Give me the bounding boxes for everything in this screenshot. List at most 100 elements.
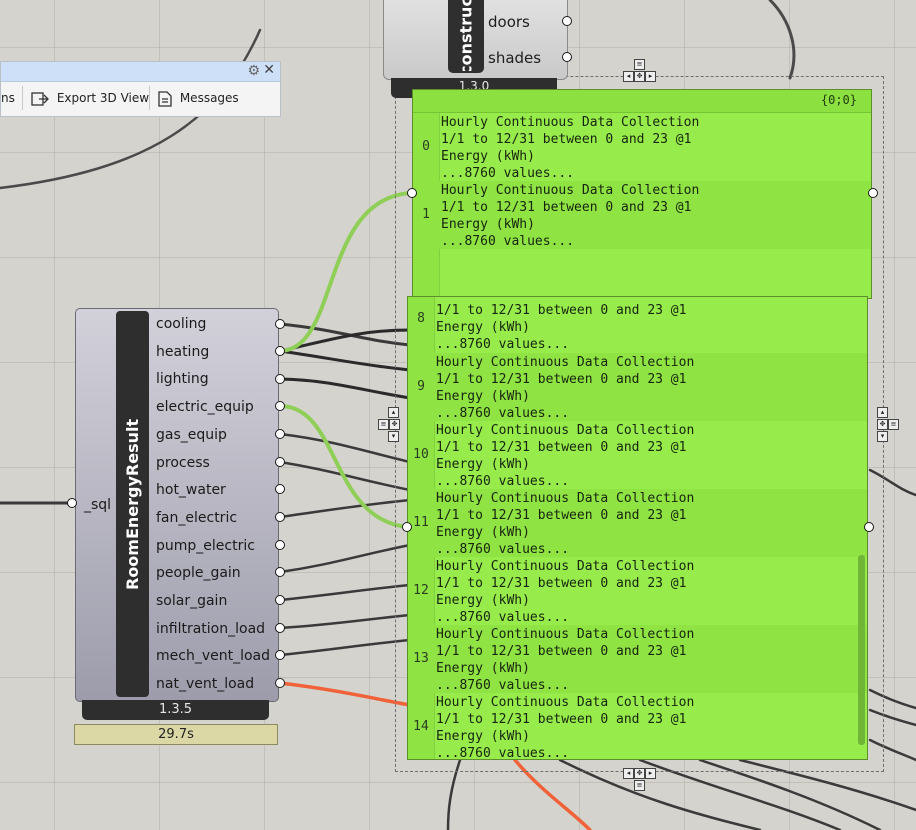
branch-path: {0;0} (820, 93, 857, 107)
item-line: 1/1 to 12/31 between 0 and 23 @1 (436, 372, 687, 387)
item-line: ...8760 values... (436, 542, 570, 557)
input-sql: _sql (84, 497, 112, 513)
item-index: 1 (422, 207, 430, 222)
item-line: Hourly Continuous Data Collection (436, 695, 695, 710)
deconstruct-node[interactable]: Deconstruct doors shades (383, 0, 568, 80)
output-grip-lighting[interactable] (275, 374, 285, 384)
move-handle-left[interactable]: ▴ ≡ ✥ ▾ (378, 406, 400, 442)
divider (149, 86, 150, 110)
item-index: 8 (417, 311, 425, 326)
item-line: Hourly Continuous Data Collection (441, 183, 700, 198)
panel-bottom-output-grip[interactable] (864, 522, 874, 532)
output-hot-water: hot_water (156, 482, 226, 498)
output-grip-fan-electric[interactable] (275, 512, 285, 522)
output-fan-electric: fan_electric (156, 510, 238, 526)
item-line: 1/1 to 12/31 between 0 and 23 @1 (436, 644, 687, 659)
export-3d-view-button[interactable]: Export 3D View (31, 88, 149, 108)
item-index: 10 (413, 447, 429, 462)
output-grip-nat-vent-load[interactable] (275, 678, 285, 688)
gear-icon[interactable]: ⚙ (247, 63, 260, 79)
output-shades: shades (488, 49, 542, 67)
node-title: RoomEnergyResult (123, 418, 142, 590)
item-line: Energy (kWh) (436, 457, 530, 472)
item-line: 1/1 to 12/31 between 0 and 23 @1 (436, 508, 687, 523)
item-line: Hourly Continuous Data Collection (436, 491, 695, 506)
item-line: ...8760 values... (436, 337, 570, 352)
item-line: Energy (kWh) (436, 593, 530, 608)
messages-button[interactable]: Messages (158, 88, 239, 108)
item-line: 1/1 to 12/31 between 0 and 23 @1 (441, 132, 692, 147)
deconstruct-title: Deconstruct (456, 0, 476, 71)
item-line: Hourly Continuous Data Collection (436, 355, 695, 370)
output-grip-cooling[interactable] (275, 319, 285, 329)
panel-bottom-input-grip[interactable] (402, 522, 412, 532)
output-grip-solar-gain[interactable] (275, 595, 285, 605)
panel-top-input-grip[interactable] (407, 188, 417, 198)
output-grip-gas-equip[interactable] (275, 429, 285, 439)
item-line: ...8760 values... (436, 610, 570, 625)
output-grip-hot-water[interactable] (275, 484, 285, 494)
toolbar-header: ⚙ ✕ (1, 62, 280, 82)
wire (278, 638, 412, 657)
toolbar-panel: ⚙ ✕ ns Export 3D View Messages (0, 61, 281, 117)
move-handle-top[interactable]: ≡ ◂ ✥ ▸ (623, 58, 656, 82)
output-grip-doors[interactable] (562, 16, 572, 26)
item-index: 13 (413, 651, 429, 666)
item-line: ...8760 values... (441, 234, 575, 249)
room-energy-result-node[interactable]: RoomEnergyResult _sql cooling heating li… (75, 308, 279, 702)
list-item: 10 Hourly Continuous Data Collection 1/1… (408, 421, 867, 489)
panel-top[interactable]: {0;0} 0 Hourly Continuous Data Collectio… (412, 89, 872, 299)
item-index: 14 (413, 719, 429, 734)
item-line: ...8760 values... (436, 406, 570, 421)
move-handle-right[interactable]: ▴ ✥ ≡ ▾ (877, 406, 899, 442)
output-grip-process[interactable] (275, 457, 285, 467)
toolbar-item-ns[interactable]: ns (1, 88, 15, 108)
panel-top-output-grip[interactable] (868, 188, 878, 198)
output-grip-pump-electric[interactable] (275, 540, 285, 550)
output-cooling: cooling (156, 316, 207, 332)
output-electric-equip: electric_equip (156, 399, 254, 415)
item-line: ...8760 values... (441, 166, 575, 181)
wire (278, 543, 412, 574)
item-line: Hourly Continuous Data Collection (436, 423, 695, 438)
output-doors: doors (488, 13, 530, 31)
list-item: 8 1/1 to 12/31 between 0 and 23 @1 Energ… (408, 297, 867, 352)
panel-bottom[interactable]: 8 1/1 to 12/31 between 0 and 23 @1 Energ… (407, 296, 868, 760)
item-line: Energy (kWh) (436, 729, 530, 744)
output-grip-shades[interactable] (562, 52, 572, 62)
list-item: 1 Hourly Continuous Data Collection 1/1 … (413, 181, 871, 249)
item-line: Hourly Continuous Data Collection (441, 115, 700, 130)
output-grip-people-gain[interactable] (275, 567, 285, 577)
export-3d-view-label: Export 3D View (56, 91, 150, 105)
item-index: 12 (413, 583, 429, 598)
wire-orange (278, 681, 412, 707)
divider (22, 86, 23, 110)
wire (768, 0, 796, 80)
item-line: 1/1 to 12/31 between 0 and 23 @1 (436, 576, 687, 591)
item-line: 1/1 to 12/31 between 0 and 23 @1 (436, 440, 687, 455)
output-grip-heating[interactable] (275, 346, 285, 356)
close-icon[interactable]: ✕ (263, 62, 275, 78)
item-line: Energy (kWh) (441, 149, 535, 164)
document-icon (158, 90, 172, 107)
output-pump-electric: pump_electric (156, 538, 255, 554)
output-grip-infiltration-load[interactable] (275, 623, 285, 633)
output-infiltration-load: infiltration_load (156, 621, 266, 637)
output-grip-electric-equip[interactable] (275, 401, 285, 411)
list-item: 9 Hourly Continuous Data Collection 1/1 … (408, 353, 867, 421)
list-item: 11 Hourly Continuous Data Collection 1/1… (408, 489, 867, 557)
output-grip-mech-vent-load[interactable] (275, 650, 285, 660)
output-process: process (156, 455, 210, 471)
item-line: ...8760 values... (436, 746, 570, 760)
input-grip-sql[interactable] (67, 498, 77, 508)
item-index: 9 (417, 379, 425, 394)
scrollbar[interactable] (858, 555, 865, 745)
wire (278, 377, 412, 400)
item-line: Energy (kWh) (436, 661, 530, 676)
item-line: Energy (kWh) (441, 217, 535, 232)
wire (278, 498, 412, 519)
move-handle-bottom[interactable]: ◂ ✥ ▸ ≡ (623, 767, 656, 791)
item-line: 1/1 to 12/31 between 0 and 23 @1 (436, 303, 687, 318)
item-line: Energy (kWh) (436, 389, 530, 404)
item-line: ...8760 values... (436, 474, 570, 489)
